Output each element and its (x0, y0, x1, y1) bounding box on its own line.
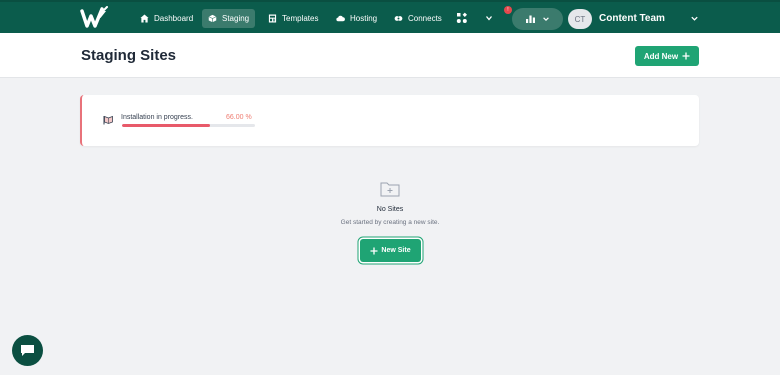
cube-icon (208, 14, 217, 23)
folder-plus-icon (380, 182, 400, 197)
empty-state-title: No Sites (376, 206, 404, 213)
nav-item-label: Connects (408, 14, 442, 23)
nav-item-label: Templates (282, 14, 319, 23)
notification-badge[interactable]: ! (504, 6, 512, 14)
progress-bar-fill (122, 124, 210, 127)
chat-bubble-icon (21, 345, 34, 356)
progress-label: Installation in progress. (121, 114, 193, 121)
add-new-button[interactable]: Add New (635, 46, 699, 66)
avatar[interactable]: CT (568, 9, 592, 29)
installation-progress-card: Installation in progress. 66.00 % (80, 95, 699, 146)
nav-item-label: Dashboard (154, 14, 194, 23)
bar-chart-icon (526, 15, 535, 23)
new-site-label: New Site (381, 247, 411, 254)
template-icon (268, 14, 277, 23)
nav-item-label: Hosting (350, 14, 378, 23)
chevron-down-icon[interactable] (690, 14, 699, 23)
nav-item-templates[interactable]: Templates (262, 9, 324, 28)
brand-logo-icon[interactable] (80, 6, 110, 30)
nav-item-staging[interactable]: Staging (202, 9, 256, 28)
flag-icon (103, 115, 113, 125)
team-name[interactable]: Content Team (599, 13, 665, 24)
plus-icon (682, 52, 690, 60)
nav-item-connects[interactable]: Connects (388, 9, 448, 28)
nav-item-hosting[interactable]: Hosting (330, 9, 383, 28)
cloud-icon (336, 15, 345, 22)
link-icon (394, 16, 403, 21)
nav-item-label: Staging (222, 14, 250, 23)
progress-bar (122, 124, 255, 127)
chevron-down-icon (543, 17, 549, 22)
analytics-dropdown[interactable] (512, 8, 563, 30)
add-new-label: Add New (643, 51, 679, 61)
top-navigation-bar: Dashboard Staging Templates Hosting Conn… (0, 0, 780, 33)
page-title: Staging Sites (81, 47, 177, 64)
chevron-down-icon[interactable] (484, 13, 494, 23)
chat-launcher-button[interactable] (12, 335, 43, 366)
nav-item-dashboard[interactable]: Dashboard (134, 9, 199, 28)
home-icon (140, 14, 149, 23)
empty-state-subtitle: Get started by creating a new site. (340, 219, 440, 226)
apps-grid-icon[interactable] (456, 12, 468, 24)
new-site-button[interactable]: New Site (360, 239, 421, 262)
progress-percent: 66.00 % (226, 114, 252, 121)
plus-icon (370, 247, 378, 254)
